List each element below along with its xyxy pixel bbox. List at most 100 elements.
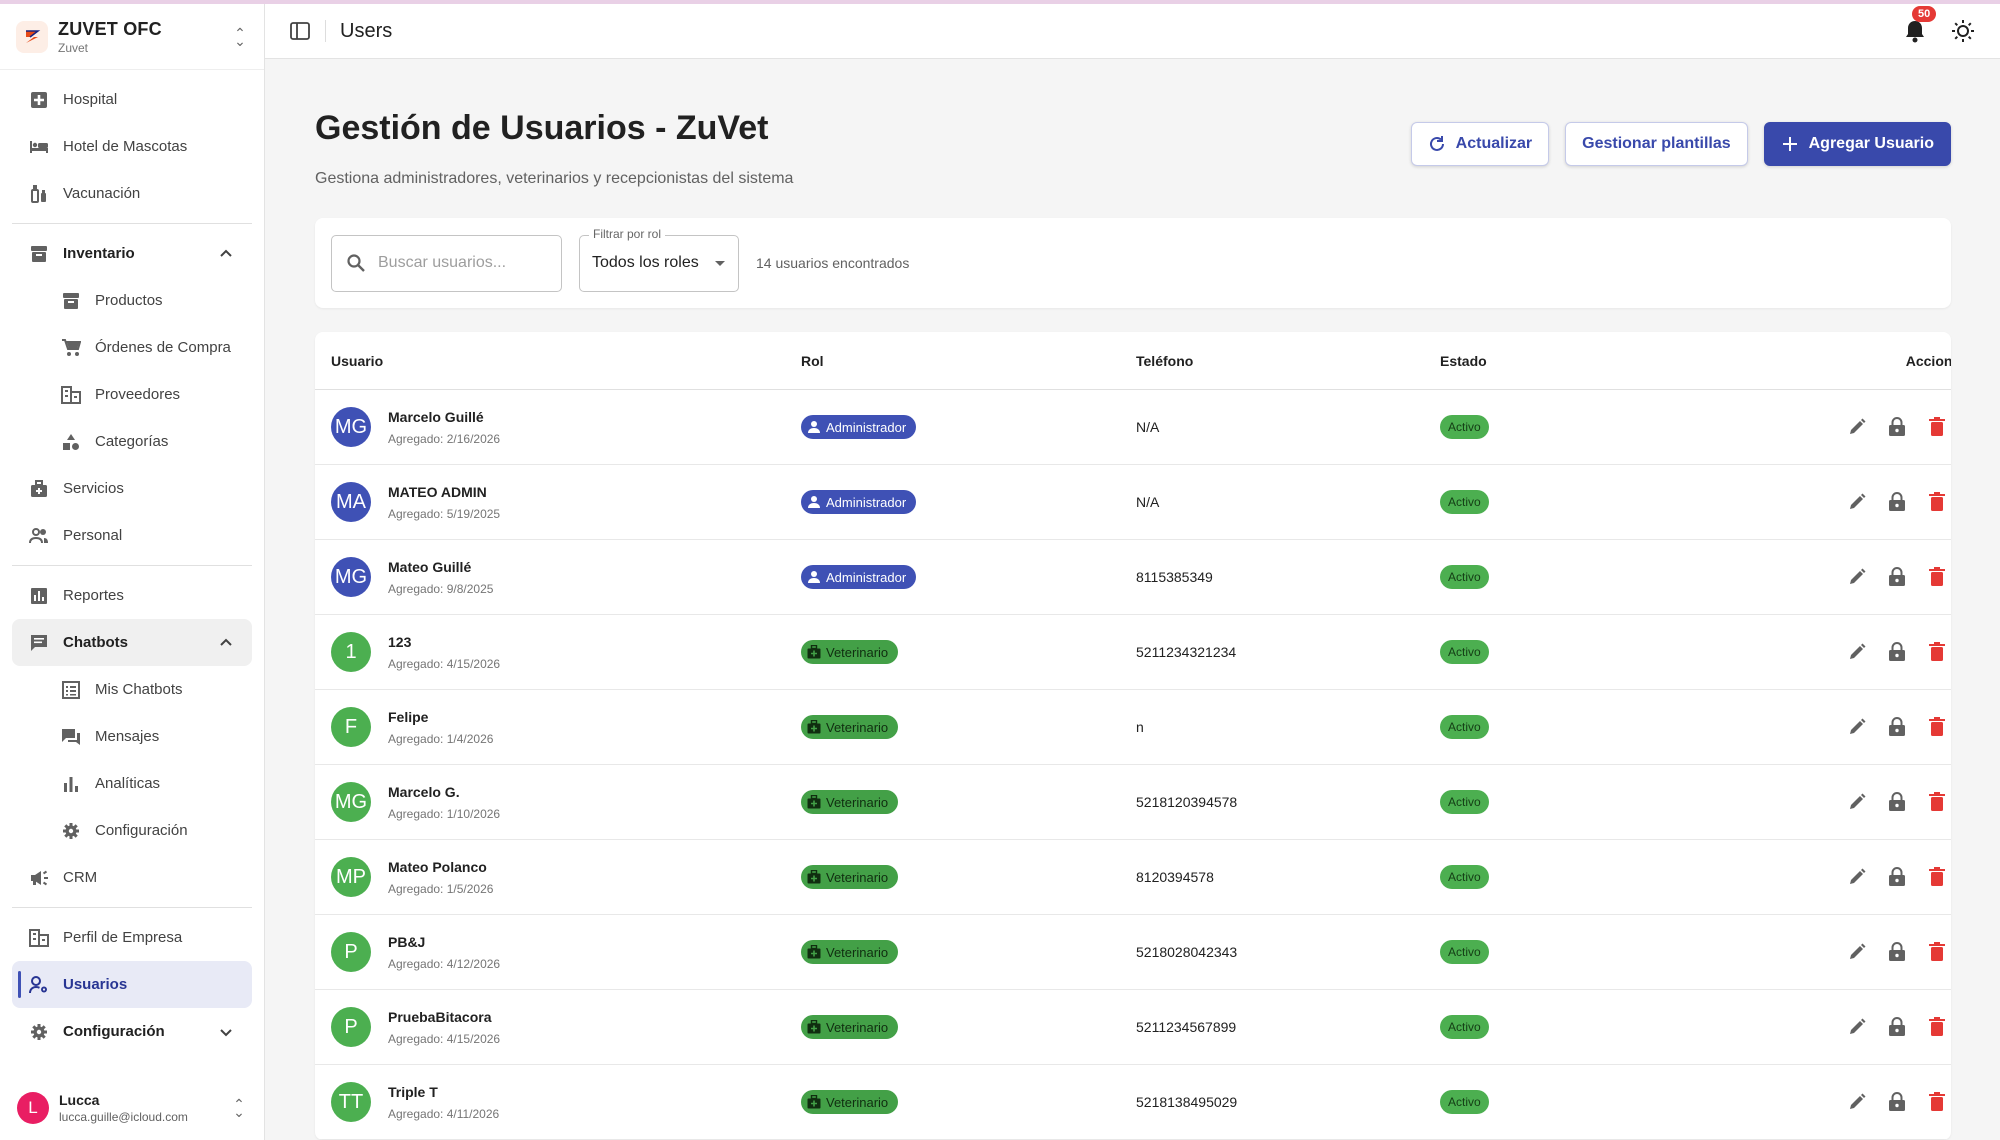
sidebar-item-productos[interactable]: Productos — [12, 277, 252, 324]
user-name: 123 — [388, 633, 412, 650]
table-row[interactable]: F Felipe Agregado: 1/4/2026 Veterinario … — [315, 690, 1951, 765]
column-header-phone[interactable]: Teléfono — [1136, 353, 1440, 369]
table-row[interactable]: MP Mateo Polanco Agregado: 1/5/2026 Vete… — [315, 840, 1951, 915]
notification-badge: 50 — [1912, 6, 1937, 22]
sidebar-item-mis-chatbots[interactable]: Mis Chatbots — [12, 666, 252, 713]
sidebar-item-perfil-empresa[interactable]: Perfil de Empresa — [12, 914, 252, 961]
edit-button[interactable] — [1846, 1016, 1868, 1038]
table-row[interactable]: MG Marcelo Guillé Agregado: 2/16/2026 Ad… — [315, 390, 1951, 465]
delete-button[interactable] — [1926, 716, 1948, 738]
column-header-user[interactable]: Usuario — [331, 353, 801, 369]
reset-password-button[interactable] — [1886, 416, 1908, 438]
unfold-icon[interactable]: ⌃ ⌄ — [232, 26, 248, 48]
edit-button[interactable] — [1846, 716, 1868, 738]
pencil-icon — [1850, 868, 1866, 884]
add-user-button[interactable]: Agregar Usuario — [1763, 122, 1951, 166]
delete-button[interactable] — [1926, 866, 1948, 888]
manage-templates-button[interactable]: Gestionar plantillas — [1565, 122, 1748, 166]
reset-password-button[interactable] — [1886, 866, 1908, 888]
phone-cell: 5218120394578 — [1136, 794, 1238, 810]
sidebar-item-proveedores[interactable]: Proveedores — [12, 371, 252, 418]
table-row[interactable]: MG Mateo Guillé Agregado: 9/8/2025 Admin… — [315, 540, 1951, 615]
table-header: Usuario Rol Teléfono Estado Acciones — [315, 332, 1951, 390]
reset-password-button[interactable] — [1886, 566, 1908, 588]
chevron-down-icon[interactable] — [217, 1023, 235, 1041]
sidebar-item-label: Usuarios — [63, 976, 128, 993]
table-row[interactable]: 1 123 Agregado: 4/15/2026 Veterinario 52… — [315, 615, 1951, 690]
table-row[interactable]: P PruebaBitacora Agregado: 4/15/2026 Vet… — [315, 990, 1951, 1065]
sidebar-item-servicios[interactable]: Servicios — [12, 465, 252, 512]
delete-button[interactable] — [1926, 566, 1948, 588]
edit-button[interactable] — [1846, 941, 1868, 963]
reset-password-button[interactable] — [1886, 1091, 1908, 1113]
reset-password-button[interactable] — [1886, 716, 1908, 738]
edit-button[interactable] — [1846, 491, 1868, 513]
cart-icon — [61, 338, 81, 358]
edit-button[interactable] — [1846, 641, 1868, 663]
sidebar-item-crm[interactable]: CRM — [12, 854, 252, 901]
role-filter-select[interactable]: Filtrar por rol Todos los roles — [579, 226, 739, 292]
column-header-status[interactable]: Estado — [1440, 353, 1700, 369]
delete-button[interactable] — [1926, 1091, 1948, 1113]
phone-cell: 5211234321234 — [1136, 644, 1237, 660]
sidebar-item-configuracion[interactable]: Configuración — [12, 1008, 252, 1055]
refresh-button-label: Actualizar — [1455, 135, 1533, 152]
table-row[interactable]: P PB&J Agregado: 4/12/2026 Veterinario 5… — [315, 915, 1951, 990]
search-field[interactable] — [331, 234, 562, 292]
sidebar-item-chatbots[interactable]: Chatbots — [12, 619, 252, 666]
reset-password-button[interactable] — [1886, 641, 1908, 663]
role-chip: Veterinario — [801, 1090, 899, 1114]
user-menu[interactable]: L Lucca lucca.guille@icloud.com ⌃ ⌄ — [0, 1076, 264, 1140]
column-header-role[interactable]: Rol — [801, 353, 1136, 369]
delete-button[interactable] — [1926, 491, 1948, 513]
reset-password-button[interactable] — [1886, 1016, 1908, 1038]
reset-password-button[interactable] — [1886, 491, 1908, 513]
sidebar-item-hospital[interactable]: Hospital — [12, 76, 252, 123]
edit-button[interactable] — [1846, 866, 1868, 888]
edit-button[interactable] — [1846, 416, 1868, 438]
sidebar-item-label: Órdenes de Compra — [95, 339, 231, 356]
delete-button[interactable] — [1926, 641, 1948, 663]
sidebar-item-categorias[interactable]: Categorías — [12, 418, 252, 465]
sidebar-item-hotel[interactable]: Hotel de Mascotas — [12, 123, 252, 170]
delete-button[interactable] — [1926, 941, 1948, 963]
sidebar-item-vacunacion[interactable]: Vacunación — [12, 170, 252, 217]
delete-button[interactable] — [1926, 416, 1948, 438]
edit-button[interactable] — [1846, 566, 1868, 588]
sidebar-item-usuarios[interactable]: Usuarios — [12, 961, 252, 1008]
reset-password-button[interactable] — [1886, 941, 1908, 963]
role-label: Administrador — [826, 569, 907, 585]
table-row[interactable]: MG Marcelo G. Agregado: 1/10/2026 Veteri… — [315, 765, 1951, 840]
delete-button[interactable] — [1926, 791, 1948, 813]
refresh-button[interactable]: Actualizar — [1410, 122, 1550, 166]
sidebar-toggle-icon[interactable] — [289, 20, 311, 42]
role-chip: Administrador — [801, 565, 917, 589]
edit-button[interactable] — [1846, 1091, 1868, 1113]
sidebar-item-chatbot-config[interactable]: Configuración — [12, 807, 252, 854]
sidebar-item-inventario[interactable]: Inventario — [12, 230, 252, 277]
reset-password-button[interactable] — [1886, 791, 1908, 813]
status-badge: Activo — [1440, 565, 1489, 589]
table-row[interactable]: MA MATEO ADMIN Agregado: 5/19/2025 Admin… — [315, 465, 1951, 540]
avatar: MP — [331, 857, 371, 897]
sidebar-item-ordenes[interactable]: Órdenes de Compra — [12, 324, 252, 371]
status-badge: Activo — [1440, 940, 1489, 964]
table-row[interactable]: TT Triple T Agregado: 4/11/2026 Veterina… — [315, 1065, 1951, 1140]
brand-switcher[interactable]: ZUVET OFC Zuvet ⌃ ⌄ — [0, 4, 264, 70]
unfold-icon[interactable]: ⌃ ⌄ — [231, 1097, 247, 1119]
chevron-up-icon[interactable] — [217, 245, 235, 263]
search-input[interactable] — [378, 254, 538, 272]
chevron-up-icon[interactable] — [217, 634, 235, 652]
notifications-button[interactable]: 50 — [1902, 6, 1937, 44]
sidebar-item-label: Hospital — [63, 91, 118, 108]
sidebar-item-label: Perfil de Empresa — [63, 929, 183, 946]
results-count: 14 usuarios encontrados — [756, 255, 910, 271]
delete-button[interactable] — [1926, 1016, 1948, 1038]
sidebar-item-mensajes[interactable]: Mensajes — [12, 713, 252, 760]
sidebar-item-personal[interactable]: Personal — [12, 512, 252, 559]
edit-button[interactable] — [1846, 791, 1868, 813]
sidebar-item-analiticas[interactable]: Analíticas — [12, 760, 252, 807]
sidebar-item-reportes[interactable]: Reportes — [12, 572, 252, 619]
role-label: Veterinario — [826, 869, 889, 885]
theme-toggle-icon[interactable] — [1950, 18, 1976, 44]
